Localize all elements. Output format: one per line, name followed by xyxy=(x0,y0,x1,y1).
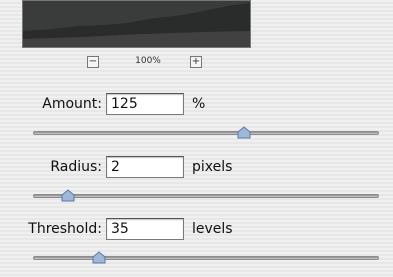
threshold-label: Threshold: xyxy=(28,221,102,237)
radius-slider-track[interactable] xyxy=(33,194,379,198)
threshold-slider-thumb[interactable] xyxy=(92,251,106,265)
radius-field[interactable]: 2 xyxy=(106,156,184,178)
radius-slider-thumb[interactable] xyxy=(61,189,75,203)
amount-slider-thumb[interactable] xyxy=(237,126,251,140)
zoom-out-button[interactable]: − xyxy=(87,56,99,68)
threshold-unit: levels xyxy=(192,221,233,237)
preview-content xyxy=(23,1,250,47)
amount-field[interactable]: 125 xyxy=(106,93,184,115)
zoom-level: 100% xyxy=(135,56,161,66)
amount-label: Amount: xyxy=(42,96,102,112)
amount-slider-track[interactable] xyxy=(33,131,379,135)
minus-icon: − xyxy=(88,56,98,67)
threshold-field[interactable]: 35 xyxy=(106,218,184,240)
radius-label: Radius: xyxy=(50,159,102,175)
threshold-slider-track[interactable] xyxy=(33,256,379,260)
zoom-in-button[interactable]: + xyxy=(190,56,202,68)
amount-unit: % xyxy=(192,96,206,112)
preview-image[interactable] xyxy=(22,0,251,48)
radius-unit: pixels xyxy=(192,159,233,175)
plus-icon: + xyxy=(191,56,201,67)
